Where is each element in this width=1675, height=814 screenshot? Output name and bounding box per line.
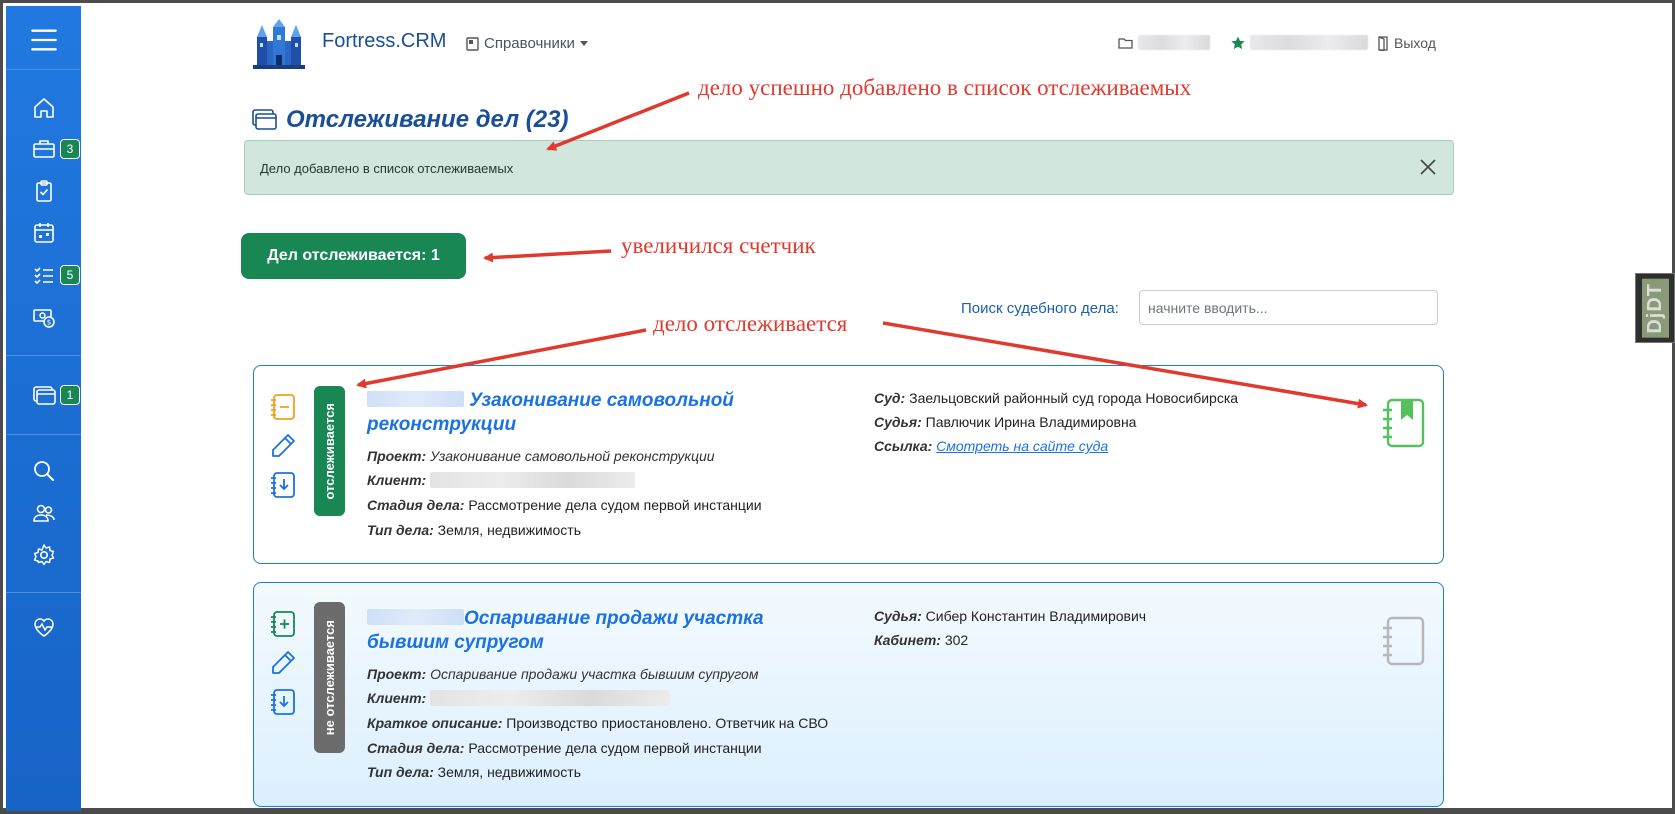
- clipboard-check-icon: [35, 180, 52, 202]
- case-project: Проект: Оспаривание продажи участка бывш…: [367, 666, 759, 682]
- redacted-client: [430, 472, 636, 488]
- download-journal-icon[interactable]: [269, 471, 297, 499]
- sidebar-item-tasks[interactable]: 5: [6, 258, 81, 292]
- tracking-status-text: отслеживается: [322, 402, 337, 500]
- case-card: не отслеживается Оспаривание продажи уча…: [253, 582, 1444, 807]
- case-client: Клиент:: [367, 690, 671, 706]
- cards-icon: [252, 109, 277, 130]
- close-icon[interactable]: [1419, 158, 1437, 176]
- journal-untracked-icon[interactable]: [1380, 616, 1426, 666]
- case-summary: Краткое описание: Производство приостано…: [367, 715, 829, 731]
- heart-pulse-icon: [33, 618, 54, 637]
- redacted-case-number: [367, 609, 464, 625]
- edit-pencil-icon[interactable]: [269, 432, 297, 460]
- app-window: 3 5 $ 1 Fortress.CRM Справочники Выход О…: [0, 0, 1675, 811]
- sidebar: 3 5 $ 1: [6, 6, 81, 811]
- case-link: Ссылка: Смотреть на сайте суда: [874, 438, 1109, 454]
- tracking-status-text: не отслеживается: [322, 619, 337, 736]
- folder-menu[interactable]: [1118, 35, 1210, 50]
- alert-message: Дело добавлено в список отслеживаемых: [260, 161, 514, 176]
- case-stage: Стадия дела: Рассмотрение дела судом пер…: [367, 740, 762, 756]
- case-project: Проект: Узаконивание самовольной реконст…: [367, 448, 715, 464]
- people-icon: [32, 504, 55, 522]
- track-journal-icon[interactable]: [269, 610, 297, 638]
- untrack-journal-icon[interactable]: [269, 393, 297, 421]
- debug-toolbar-handle[interactable]: DjDT: [1635, 273, 1675, 343]
- case-client: Клиент:: [367, 472, 636, 488]
- caret-down-icon: [579, 40, 588, 46]
- bookmark-journal-icon[interactable]: [1380, 398, 1426, 448]
- case-type: Тип дела: Земля, недвижимость: [367, 764, 582, 780]
- tasks-badge: 5: [60, 265, 80, 285]
- reference-menu-dropdown[interactable]: Справочники: [466, 35, 588, 52]
- briefcase-icon: [32, 140, 55, 158]
- sidebar-item-search[interactable]: [6, 454, 81, 488]
- sidebar-item-tracking[interactable]: 1: [6, 378, 81, 412]
- case-court: Суд: Заельцовский районный суд города Но…: [874, 390, 1239, 406]
- case-search-label: Поиск судебного дела:: [961, 300, 1119, 317]
- redacted-case-number: [367, 391, 464, 407]
- door-icon: [1378, 35, 1388, 51]
- case-stage: Стадия дела: Рассмотрение дела судом пер…: [367, 497, 762, 513]
- logout-link[interactable]: Выход: [1377, 35, 1436, 51]
- hamburger-icon: [30, 29, 57, 51]
- sidebar-separator: [6, 592, 81, 593]
- sidebar-separator: [6, 355, 81, 356]
- sidebar-item-calendar[interactable]: [6, 216, 81, 250]
- sidebar-item-tasks-checklist[interactable]: [6, 174, 81, 208]
- search-icon: [33, 461, 54, 481]
- redacted-user-name: [1250, 35, 1368, 50]
- download-journal-icon[interactable]: [269, 688, 297, 716]
- case-office: Кабинет: 302: [874, 632, 969, 648]
- home-icon: [33, 98, 54, 118]
- sidebar-item-health[interactable]: [6, 610, 81, 644]
- sidebar-item-home[interactable]: [6, 91, 81, 125]
- cash-coin-icon: $: [32, 309, 55, 328]
- sidebar-separator: [6, 434, 81, 435]
- sidebar-separator: [6, 69, 81, 70]
- star-icon: [1231, 36, 1245, 49]
- annotation-tracked: дело отслеживается: [653, 311, 848, 336]
- tracked-count-button[interactable]: Дел отслеживается: 1: [241, 233, 466, 279]
- redacted-folder-name: [1138, 35, 1210, 50]
- sidebar-item-settings[interactable]: [6, 538, 81, 572]
- user-menu[interactable]: [1231, 35, 1368, 50]
- sidebar-item-users[interactable]: [6, 496, 81, 530]
- sidebar-item-cases[interactable]: 3: [6, 132, 81, 166]
- cases-badge: 3: [60, 139, 80, 159]
- gear-icon: [33, 544, 54, 566]
- fortress-logo[interactable]: [253, 19, 305, 69]
- page-title: Отслеживание дел (23): [252, 106, 568, 134]
- reference-menu-label: Справочники: [484, 35, 575, 52]
- case-search-input[interactable]: [1139, 290, 1438, 325]
- case-title[interactable]: Оспаривание продажи участка бывшим супру…: [367, 607, 797, 655]
- annotation-counter: увеличился счетчик: [621, 233, 816, 258]
- calendar-icon: [33, 223, 54, 243]
- case-judge: Судья: Павлючик Ирина Владимировна: [874, 414, 1137, 430]
- success-alert: Дело добавлено в список отслеживаемых: [244, 140, 1454, 195]
- journal-icon: [466, 36, 479, 51]
- redacted-client: [430, 690, 671, 706]
- annotation-added: дело успешно добавлено в список отслежив…: [698, 75, 1192, 100]
- menu-toggle-button[interactable]: [6, 23, 81, 57]
- brand-name[interactable]: Fortress.CRM: [322, 30, 446, 53]
- svg-text:$: $: [46, 319, 50, 327]
- tracking-status-badge: не отслеживается: [314, 602, 345, 753]
- tracking-badge: 1: [60, 385, 80, 405]
- court-site-link[interactable]: Смотреть на сайте суда: [936, 438, 1108, 454]
- logout-label: Выход: [1394, 35, 1436, 51]
- case-card: отслеживается Узаконивание самовольной р…: [253, 365, 1444, 564]
- debug-toolbar-label: DjDT: [1641, 278, 1669, 338]
- list-check-icon: [33, 267, 53, 285]
- folder-icon: [1118, 38, 1133, 49]
- sidebar-item-finance[interactable]: $: [6, 300, 81, 334]
- case-judge: Судья: Сибер Константин Владимирович: [874, 608, 1147, 624]
- page-title-text: Отслеживание дел (23): [286, 106, 569, 133]
- case-title[interactable]: Узаконивание самовольной реконструкции: [367, 389, 797, 437]
- tracking-status-badge: отслеживается: [314, 386, 345, 516]
- arrow-to-counter: [483, 249, 612, 263]
- cards-tracking-icon: [32, 386, 56, 405]
- case-type: Тип дела: Земля, недвижимость: [367, 522, 582, 538]
- edit-pencil-icon[interactable]: [269, 649, 297, 677]
